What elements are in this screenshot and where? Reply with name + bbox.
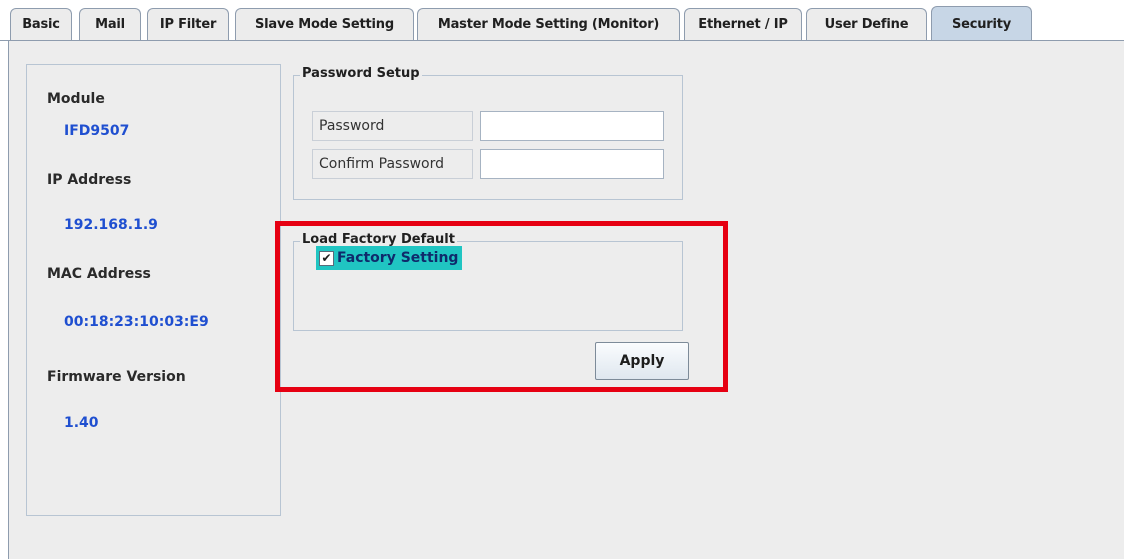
confirm-password-field[interactable] [480, 149, 664, 179]
mac-address-value: 00:18:23:10:03:E9 [64, 314, 209, 330]
tab-master-mode-setting[interactable]: Master Mode Setting (Monitor) [417, 8, 680, 40]
tab-basic[interactable]: Basic [10, 8, 72, 40]
firmware-version-value: 1.40 [64, 415, 99, 431]
tab-strip: Basic Mail IP Filter Slave Mode Setting … [0, 0, 1124, 42]
tab-security[interactable]: Security [931, 6, 1032, 42]
firmware-version-label: Firmware Version [47, 369, 186, 385]
ip-address-value: 192.168.1.9 [64, 217, 158, 233]
highlight-annotation-box [275, 221, 728, 392]
password-setup-title: Password Setup [300, 66, 422, 81]
confirm-password-label: Confirm Password [312, 149, 473, 179]
ip-address-label: IP Address [47, 172, 132, 188]
password-label: Password [312, 111, 473, 141]
password-field[interactable] [480, 111, 664, 141]
tab-mail[interactable]: Mail [79, 8, 141, 40]
tab-slave-mode-setting[interactable]: Slave Mode Setting [235, 8, 414, 40]
module-value: IFD9507 [64, 123, 130, 139]
tab-user-define[interactable]: User Define [806, 8, 927, 40]
tab-ip-filter[interactable]: IP Filter [147, 8, 229, 40]
tab-ethernet-ip[interactable]: Ethernet / IP [684, 8, 802, 40]
mac-address-label: MAC Address [47, 266, 151, 282]
module-label: Module [47, 91, 105, 107]
